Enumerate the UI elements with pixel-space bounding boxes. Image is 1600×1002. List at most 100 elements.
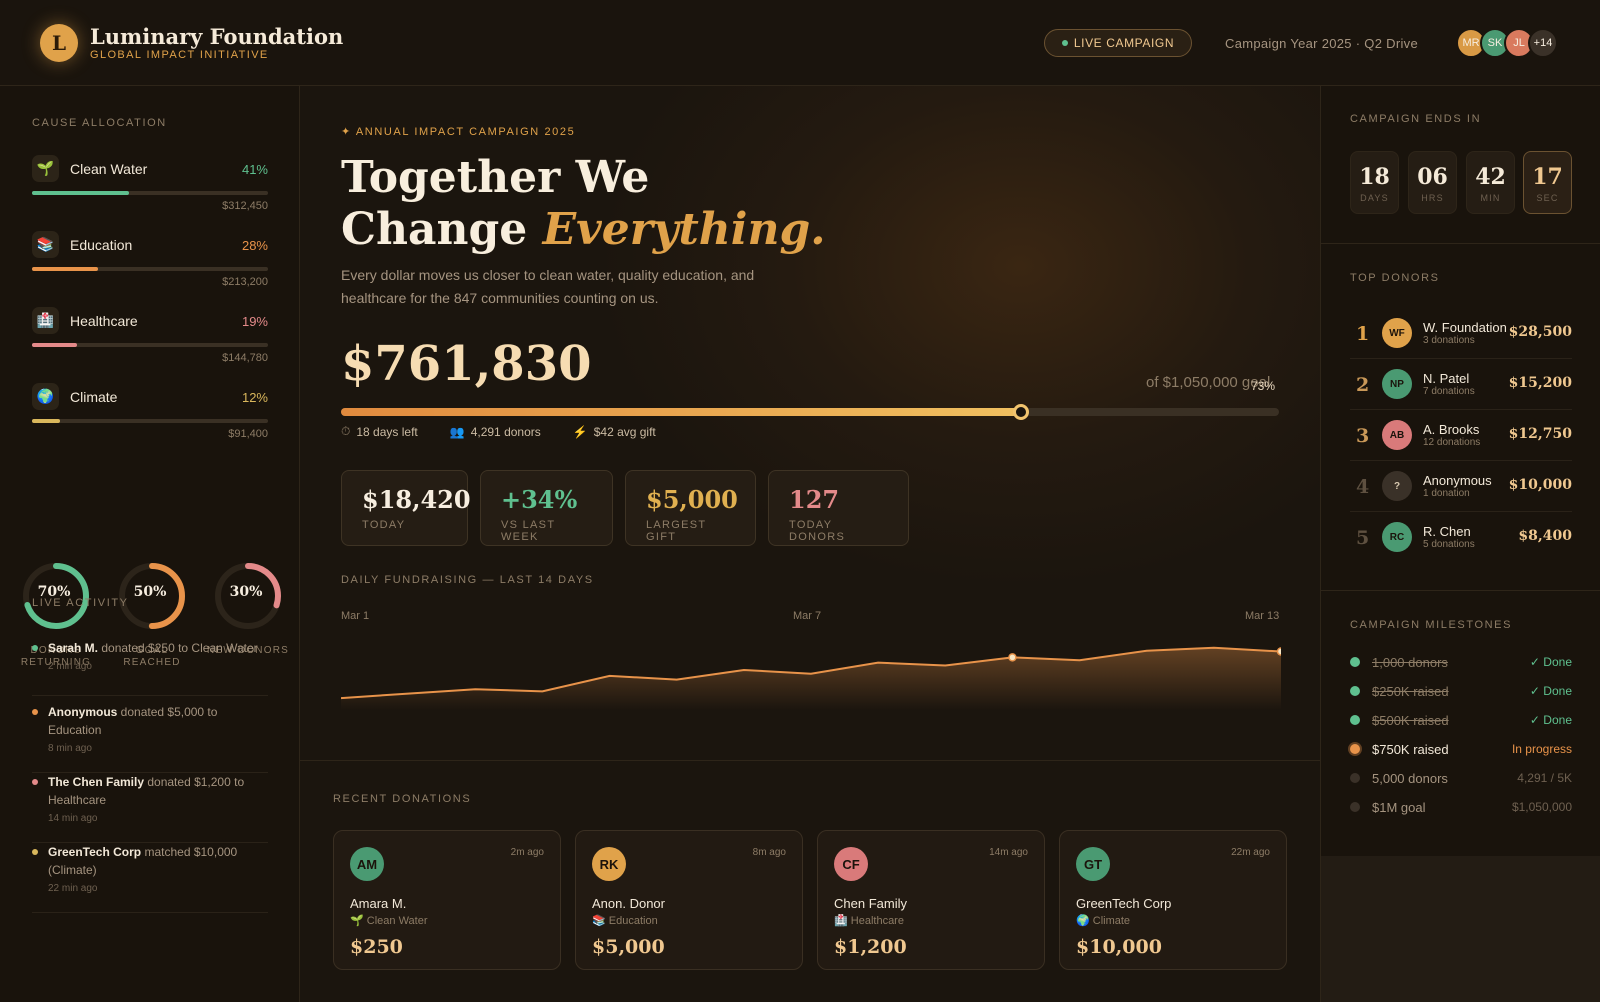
donation-time: 8m ago bbox=[752, 847, 786, 858]
donor-name: Chen Family bbox=[834, 896, 907, 911]
donation-card[interactable]: GT 22m ago GreenTech Corp 🌍 Climate $10,… bbox=[1059, 830, 1287, 970]
countdown-value: 06 bbox=[1417, 164, 1448, 190]
cause-progress-fill bbox=[32, 267, 99, 271]
headline-line-1: Together We bbox=[341, 152, 650, 203]
donor-amount: $8,400 bbox=[1518, 528, 1572, 544]
donor-name: R. Chen bbox=[1423, 524, 1471, 539]
donor-amount: $28,500 bbox=[1508, 324, 1572, 340]
milestone-status: $1,050,000 bbox=[1511, 800, 1572, 814]
activity-text: Anonymous donated $5,000 to Education bbox=[48, 703, 268, 739]
brand-title: Luminary Foundation bbox=[90, 24, 344, 49]
donation-cause: 🌍 Climate bbox=[1076, 914, 1270, 927]
top-header: L Luminary Foundation GLOBAL IMPACT INIT… bbox=[0, 0, 1600, 86]
donor-row[interactable]: 4 ? Anonymous 1 donation $10,000 bbox=[1350, 461, 1572, 512]
goal-progress-bar bbox=[341, 404, 1279, 420]
donation-card[interactable]: CF 14m ago Chen Family 🏥 Healthcare $1,2… bbox=[817, 830, 1045, 970]
milestone-status: ✓ Done bbox=[1529, 713, 1572, 727]
activity-time: 22 min ago bbox=[48, 883, 98, 894]
donor-avatar: AB bbox=[1382, 420, 1412, 450]
kpi-largest-gift[interactable]: $5,000 LARGEST GIFT bbox=[625, 470, 756, 546]
donor-row[interactable]: 3 AB A. Brooks 12 donations $12,750 bbox=[1350, 410, 1572, 461]
cause-label: Climate bbox=[1092, 915, 1131, 927]
donor-row[interactable]: 5 RC R. Chen 5 donations $8,400 bbox=[1350, 512, 1572, 563]
globe-icon: 🌍 bbox=[32, 383, 59, 410]
donation-amount: $10,000 bbox=[1076, 936, 1162, 958]
donor-rank: 1 bbox=[1356, 323, 1370, 345]
donor-avatar: NP bbox=[1382, 369, 1412, 399]
donor-name: GreenTech Corp bbox=[1076, 896, 1172, 911]
donation-time: 22m ago bbox=[1231, 847, 1270, 858]
live-activity-title: LIVE ACTIVITY bbox=[32, 597, 129, 609]
dashboard: L Luminary Foundation GLOBAL IMPACT INIT… bbox=[0, 0, 1600, 1002]
progress-meta: ⏱ 18 days left 👥 4,291 donors ⚡ $42 avg gif… bbox=[341, 424, 656, 439]
chart-point[interactable] bbox=[1008, 653, 1017, 662]
countdown-minutes: 42 MIN bbox=[1466, 151, 1515, 214]
headline-line-2: Change Everything. bbox=[341, 204, 826, 256]
activity-item[interactable]: Sarah M. donated $250 to Clean Water 2 m… bbox=[32, 639, 268, 696]
kpi-today-donors[interactable]: 127 TODAY DONORS bbox=[768, 470, 909, 546]
raised-amount: $761,830 bbox=[341, 336, 592, 392]
sidebar-footer bbox=[1321, 856, 1600, 1002]
donor-avatar: CF bbox=[834, 847, 868, 881]
countdown-value: 18 bbox=[1359, 164, 1390, 190]
cause-amount: $213,200 bbox=[222, 276, 268, 288]
live-dot-icon bbox=[1061, 40, 1068, 46]
donor-row[interactable]: 1 WF W. Foundation 3 donations $28,500 bbox=[1350, 308, 1572, 359]
cause-label: Clean Water bbox=[366, 915, 428, 927]
donor-amount: $15,200 bbox=[1508, 375, 1572, 391]
milestone-status-dot-icon bbox=[1350, 744, 1360, 754]
activity-item[interactable]: Anonymous donated $5,000 to Education 8 … bbox=[32, 703, 268, 773]
milestone-item: 5,000 donors 4,291 / 5K bbox=[1350, 768, 1572, 788]
countdown-label: HRS bbox=[1421, 193, 1444, 203]
kpi-label: TODAY bbox=[362, 519, 406, 531]
campaign-eyebrow: ✦ ANNUAL IMPACT CAMPAIGN 2025 bbox=[341, 126, 576, 138]
progress-knob[interactable] bbox=[1013, 404, 1030, 420]
logo[interactable]: L bbox=[40, 24, 78, 62]
section-divider bbox=[1321, 243, 1600, 244]
cause-progress-track bbox=[32, 419, 268, 423]
donation-card[interactable]: RK 8m ago Anon. Donor 📚 Education $5,000 bbox=[575, 830, 803, 970]
donor-avatar: GT bbox=[1076, 847, 1110, 881]
x-tick-label: Mar 7 bbox=[793, 610, 822, 622]
kpi-label: TODAY DONORS bbox=[789, 519, 846, 543]
countdown-hours: 06 HRS bbox=[1408, 151, 1457, 214]
donor-avatar: RK bbox=[592, 847, 626, 881]
donor-avatar: ? bbox=[1382, 471, 1412, 501]
donation-time: 2m ago bbox=[510, 847, 544, 858]
donor-rank: 4 bbox=[1356, 476, 1370, 498]
donation-count: 5 donations bbox=[1423, 539, 1475, 550]
countdown-value: 17 bbox=[1532, 164, 1563, 190]
cause-label: Education bbox=[608, 915, 658, 927]
live-campaign-label: LIVE CAMPAIGN bbox=[1073, 36, 1175, 50]
chart-point[interactable] bbox=[1276, 647, 1282, 656]
kpi-vs-last-week[interactable]: +34% VS LAST WEEK bbox=[480, 470, 613, 546]
live-campaign-badge[interactable]: LIVE CAMPAIGN bbox=[1044, 29, 1192, 57]
cause-percent: 41% bbox=[241, 162, 268, 177]
milestone-item: $250K raised ✓ Done bbox=[1350, 681, 1572, 701]
donor-row[interactable]: 2 NP N. Patel 7 donations $15,200 bbox=[1350, 359, 1572, 410]
milestone-status-dot-icon bbox=[1350, 715, 1360, 725]
kpi-today[interactable]: $18,420 TODAY bbox=[341, 470, 471, 546]
activity-item[interactable]: The Chen Family donated $1,200 to Health… bbox=[32, 773, 268, 843]
right-sidebar: CAMPAIGN ENDS IN 18 DAYS 06 HRS 42 MIN 1… bbox=[1320, 86, 1600, 1002]
donor-name: W. Foundation bbox=[1423, 320, 1507, 335]
left-sidebar: CAUSE ALLOCATION 🌱 Clean Water 41% $312,… bbox=[0, 86, 300, 1002]
cause-amount: $144,780 bbox=[222, 352, 268, 364]
activity-dot-icon bbox=[32, 709, 38, 715]
books-icon: 📚 bbox=[32, 231, 59, 258]
countdown-value: 42 bbox=[1475, 164, 1506, 190]
main-panel: ✦ ANNUAL IMPACT CAMPAIGN 2025 Together W… bbox=[300, 86, 1320, 1002]
activity-item[interactable]: GreenTech Corp matched $10,000 (Climate)… bbox=[32, 843, 268, 913]
donor-name: Anon. Donor bbox=[592, 896, 665, 911]
milestone-status: 4,291 / 5K bbox=[1517, 771, 1572, 785]
avatar-overflow-count[interactable]: +14 bbox=[1528, 28, 1558, 58]
donation-card[interactable]: AM 2m ago Amara M. 🌱 Clean Water $250 bbox=[333, 830, 561, 970]
cause-name: Education bbox=[70, 237, 133, 253]
milestone-status-dot-icon bbox=[1350, 657, 1360, 667]
countdown-label: DAYS bbox=[1360, 193, 1389, 203]
team-avatars[interactable]: MR SK JL +14 bbox=[1456, 28, 1558, 58]
donor-avatar: AM bbox=[350, 847, 384, 881]
daily-fundraising-chart bbox=[341, 646, 1282, 710]
lightning-icon: ⚡ bbox=[572, 424, 588, 439]
milestone-status: In progress bbox=[1511, 742, 1572, 756]
